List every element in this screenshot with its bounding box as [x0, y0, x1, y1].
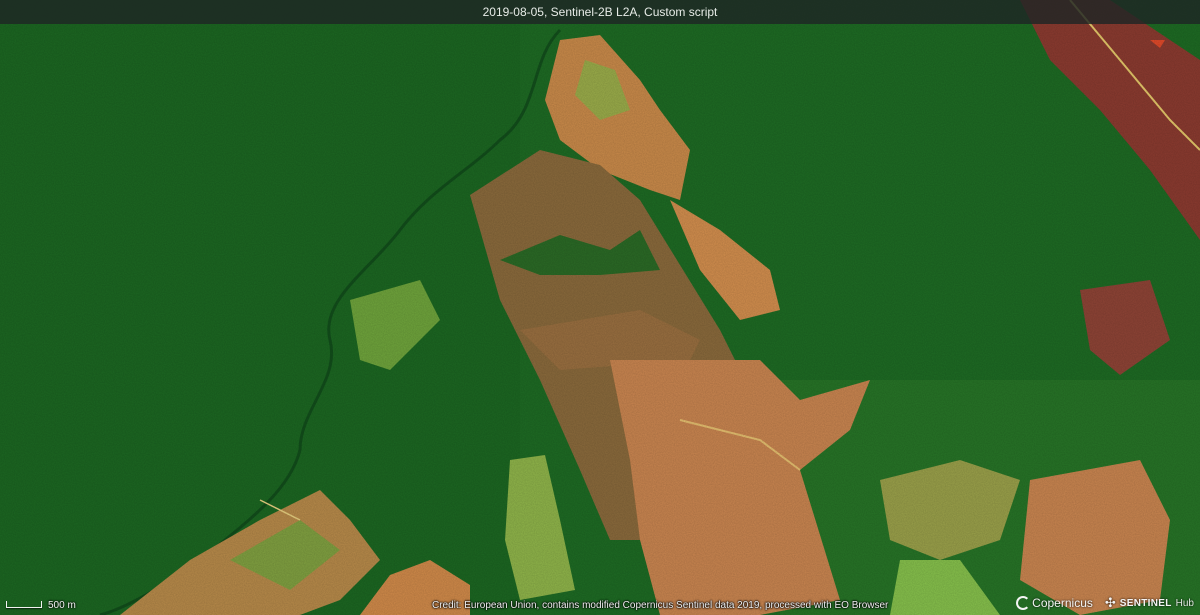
image-title-bar: 2019-08-05, Sentinel-2B L2A, Custom scri… [0, 0, 1200, 24]
logos: Copernicus ✣ SENTINEL Hub [1016, 594, 1194, 612]
sentinel-hub-brand: SENTINEL [1119, 597, 1172, 609]
copernicus-logo: Copernicus [1016, 596, 1093, 610]
sentinel-hub-logo: ✣ SENTINEL Hub [1105, 595, 1194, 611]
attribution-credit: Credit: European Union, contains modifie… [432, 600, 889, 611]
scale-bar-line [6, 601, 42, 608]
sentinel-hub-suffix: Hub [1175, 597, 1194, 609]
image-title: 2019-08-05, Sentinel-2B L2A, Custom scri… [482, 5, 718, 19]
scale-bar-label: 500 m [48, 600, 76, 611]
copernicus-ring-icon [1016, 596, 1031, 610]
canopy-texture [0, 0, 1200, 615]
satellite-icon: ✣ [1104, 595, 1116, 610]
scale-bar: 500 m [6, 597, 76, 611]
satellite-image [0, 0, 1200, 615]
copernicus-logo-text: Copernicus [1032, 596, 1093, 610]
satellite-map-view[interactable] [0, 0, 1200, 615]
